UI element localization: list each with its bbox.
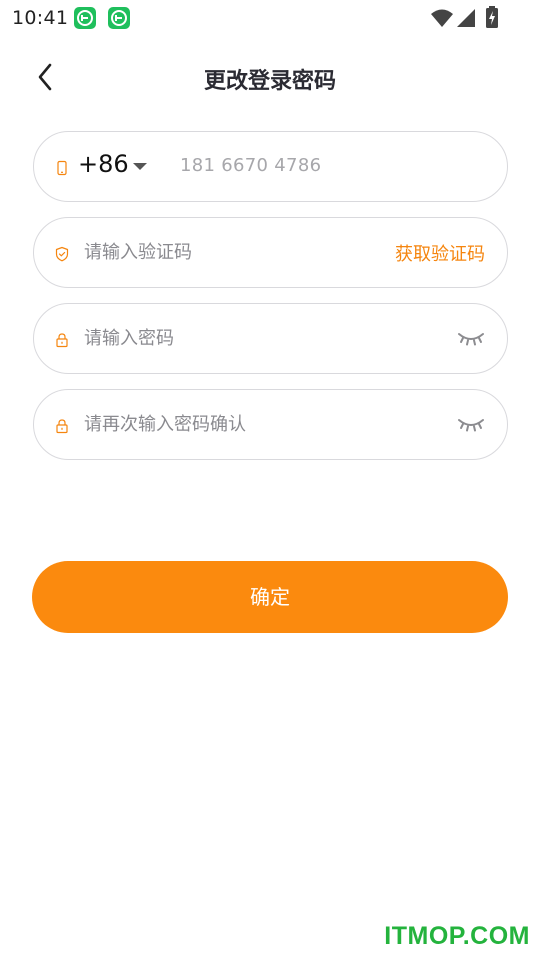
eye-closed-icon[interactable] — [457, 328, 485, 348]
phone-field: +86 181 6670 4786 — [33, 131, 508, 202]
lock-icon — [56, 333, 68, 348]
signal-icon — [457, 9, 475, 27]
app-notification-icon — [74, 7, 96, 29]
app-notification-icon — [108, 7, 130, 29]
password-input[interactable] — [84, 304, 444, 373]
password-field — [33, 303, 508, 374]
get-code-button[interactable]: 获取验证码 — [395, 240, 485, 266]
phone-number-value[interactable]: 181 6670 4786 — [180, 155, 321, 176]
status-bar: 10:41 — [0, 0, 540, 36]
verify-code-input[interactable] — [84, 218, 384, 287]
country-code-selector[interactable]: +86 — [78, 150, 129, 178]
phone-icon — [57, 160, 67, 176]
chevron-down-icon[interactable] — [133, 163, 147, 170]
battery-charging-icon — [486, 6, 498, 28]
header: 更改登录密码 — [0, 52, 540, 102]
status-time: 10:41 — [12, 7, 69, 29]
watermark: ITMOP.COM — [384, 922, 530, 950]
shield-icon — [55, 246, 69, 262]
lock-icon — [56, 419, 68, 434]
confirm-button[interactable]: 确定 — [32, 561, 508, 633]
confirm-password-input[interactable] — [84, 390, 444, 459]
confirm-password-field — [33, 389, 508, 460]
wifi-icon — [431, 9, 453, 27]
verify-code-field: 获取验证码 — [33, 217, 508, 288]
eye-closed-icon[interactable] — [457, 414, 485, 434]
page-title: 更改登录密码 — [203, 69, 336, 94]
